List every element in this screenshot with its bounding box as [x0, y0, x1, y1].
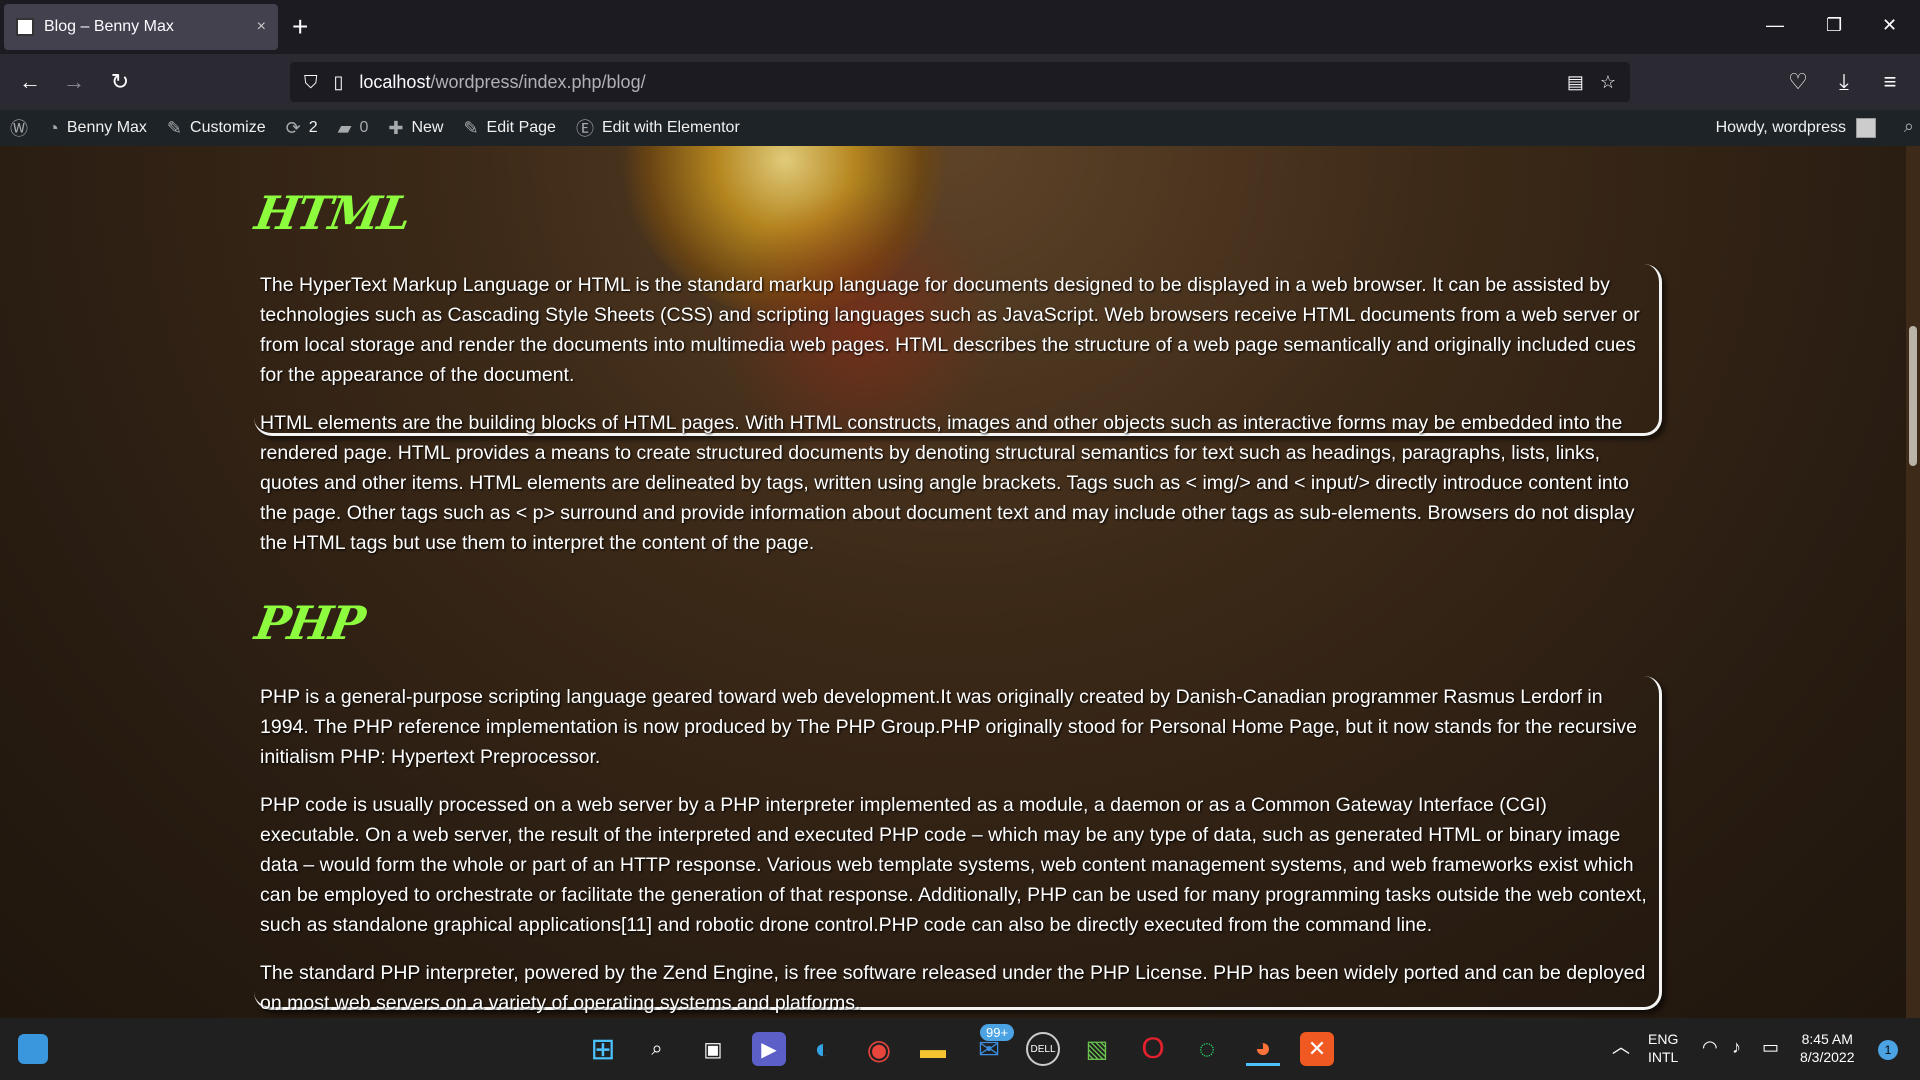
shield-icon[interactable]: ⛉	[304, 72, 318, 93]
comments-count: 0	[359, 119, 369, 136]
page-content: HTML The HyperText Markup Language or HT…	[0, 146, 1906, 1018]
teams-chat-icon[interactable]: ▶	[752, 1032, 786, 1066]
clock[interactable]: 8:45 AM 8/3/2022	[1800, 1030, 1855, 1066]
reload-icon[interactable]: ↻	[104, 66, 136, 98]
pocket-icon[interactable]: ♡	[1782, 66, 1814, 98]
start-windows-icon[interactable]: ⊞	[586, 1032, 620, 1066]
comments-menu[interactable]: ▰ 0	[328, 110, 379, 146]
forward-arrow-icon[interactable]: →	[58, 66, 90, 98]
elementor-icon: Ⓔ	[575, 119, 594, 139]
howdy-label: Howdy, wordpress	[1715, 119, 1846, 136]
new-label: New	[411, 119, 444, 136]
url-host: localhost	[359, 71, 431, 92]
avatar	[1856, 118, 1876, 138]
page-scrollbar[interactable]	[1906, 146, 1920, 1018]
page-icon[interactable]: ▯	[334, 72, 344, 93]
paragraph: PHP code is usually processed on a web s…	[260, 794, 1647, 936]
wifi-icon[interactable]: ◠	[1702, 1038, 1718, 1056]
notification-badge[interactable]: 1	[1878, 1040, 1898, 1060]
updates-count: 2	[308, 119, 318, 136]
url-path: /wordpress/index.php/blog/	[430, 71, 646, 92]
browser-tab[interactable]: Blog – Benny Max ×	[4, 4, 278, 50]
mail-badge: 99+	[980, 1024, 1015, 1041]
bookmark-star-icon[interactable]: ☆	[1600, 72, 1616, 93]
wordpress-logo-icon[interactable]: Ⓦ	[0, 110, 38, 146]
volume-icon[interactable]: ♪	[1732, 1038, 1741, 1056]
edit-elementor-label: Edit with Elementor	[601, 119, 740, 136]
scrollbar-thumb[interactable]	[1909, 326, 1917, 466]
paragraph: The standard PHP interpreter, powered by…	[260, 962, 1646, 1014]
windows-taskbar: ⊞ ⌕ ▣ ▶ ◐ ◉ ▬ ✉ 99+ DELL ▧ O ◌ ◕ ✕ ︿ ENG…	[0, 1018, 1920, 1080]
file-explorer-icon[interactable]: ▬	[916, 1032, 950, 1066]
wp-admin-bar: Ⓦ ◔ Benny Max ✎ Customize ⟳ 2 ▰ 0 ✚ New ✎ Edit…	[0, 110, 1920, 146]
task-view-icon[interactable]: ▣	[696, 1032, 730, 1066]
reader-view-icon[interactable]: ▤	[1567, 72, 1584, 93]
url-bar[interactable]: ⛉ ▯ localhost/wordpress/index.php/blog/ …	[290, 62, 1630, 102]
site-name-menu[interactable]: ◔ Benny Max	[38, 110, 157, 146]
browser-tab-strip: Blog – Benny Max × + — ❐ ✕	[0, 0, 1920, 54]
updates-menu[interactable]: ⟳ 2	[276, 110, 328, 146]
new-content-menu[interactable]: ✚ New	[378, 110, 453, 146]
dashboard-icon: ◔	[48, 117, 59, 138]
photo-app-icon[interactable]: ▧	[1080, 1032, 1114, 1066]
whatsapp-icon[interactable]: ◌	[1190, 1032, 1224, 1066]
comment-icon: ▰	[337, 117, 352, 138]
section-title-html: HTML	[251, 186, 414, 240]
customize-menu[interactable]: ✎ Customize	[157, 110, 276, 146]
menu-icon[interactable]: ≡	[1874, 66, 1906, 98]
section-card-html: The HyperText Markup Language or HTML is…	[254, 264, 1662, 554]
paragraph: HTML elements are the building blocks of…	[260, 412, 1635, 554]
download-icon[interactable]: ⤓	[1828, 66, 1860, 98]
edit-page-label: Edit Page	[486, 119, 556, 136]
battery-icon[interactable]: ▭	[1762, 1038, 1779, 1056]
firefox-icon[interactable]: ◕	[1246, 1032, 1280, 1066]
customize-label: Customize	[190, 119, 266, 136]
site-favicon-icon	[16, 18, 34, 36]
opera-icon[interactable]: O	[1136, 1032, 1170, 1066]
tab-title: Blog – Benny Max	[44, 18, 174, 35]
chrome-icon[interactable]: ◉	[862, 1032, 896, 1066]
clock-date: 8/3/2022	[1800, 1049, 1855, 1065]
minimize-button[interactable]: —	[1766, 10, 1784, 40]
section-card-php: PHP is a general-purpose scripting langu…	[254, 676, 1662, 1014]
language-code: ENG	[1648, 1031, 1679, 1047]
plus-icon: ✚	[388, 117, 404, 138]
dell-icon[interactable]: DELL	[1026, 1032, 1060, 1066]
edge-icon[interactable]: ◐	[806, 1032, 840, 1066]
edit-page-menu[interactable]: ✎ Edit Page	[453, 110, 565, 146]
edit-elementor-menu[interactable]: Ⓔ Edit with Elementor	[566, 110, 750, 146]
new-tab-button[interactable]: +	[292, 10, 308, 44]
search-icon[interactable]: ⌕	[1904, 116, 1914, 137]
back-arrow-icon[interactable]: ←	[14, 66, 46, 98]
clock-time: 8:45 AM	[1801, 1031, 1853, 1047]
paragraph: The HyperText Markup Language or HTML is…	[260, 274, 1640, 386]
paragraph: PHP is a general-purpose scripting langu…	[260, 686, 1637, 768]
search-icon[interactable]: ⌕	[640, 1032, 674, 1066]
pencil-icon: ✎	[463, 117, 479, 138]
restore-button[interactable]: ❐	[1826, 10, 1842, 40]
language-indicator[interactable]: ENG INTL	[1648, 1030, 1678, 1066]
browser-nav-bar: ← → ↻ ⛉ ▯ localhost/wordpress/index.php/…	[0, 54, 1920, 110]
tab-close-icon[interactable]: ×	[257, 18, 266, 36]
site-name: Benny Max	[66, 119, 147, 136]
show-hidden-icons-icon[interactable]: ︿	[1612, 1038, 1630, 1056]
brush-icon: ✎	[166, 117, 183, 138]
keyboard-layout: INTL	[1648, 1049, 1679, 1065]
section-title-php: PHP	[251, 596, 368, 650]
my-account-menu[interactable]: Howdy, wordpress	[1716, 110, 1876, 146]
updates-icon: ⟳	[285, 117, 301, 138]
xampp-icon[interactable]: ✕	[1300, 1032, 1334, 1066]
close-window-button[interactable]: ✕	[1882, 10, 1897, 40]
widgets-icon[interactable]	[18, 1034, 48, 1064]
